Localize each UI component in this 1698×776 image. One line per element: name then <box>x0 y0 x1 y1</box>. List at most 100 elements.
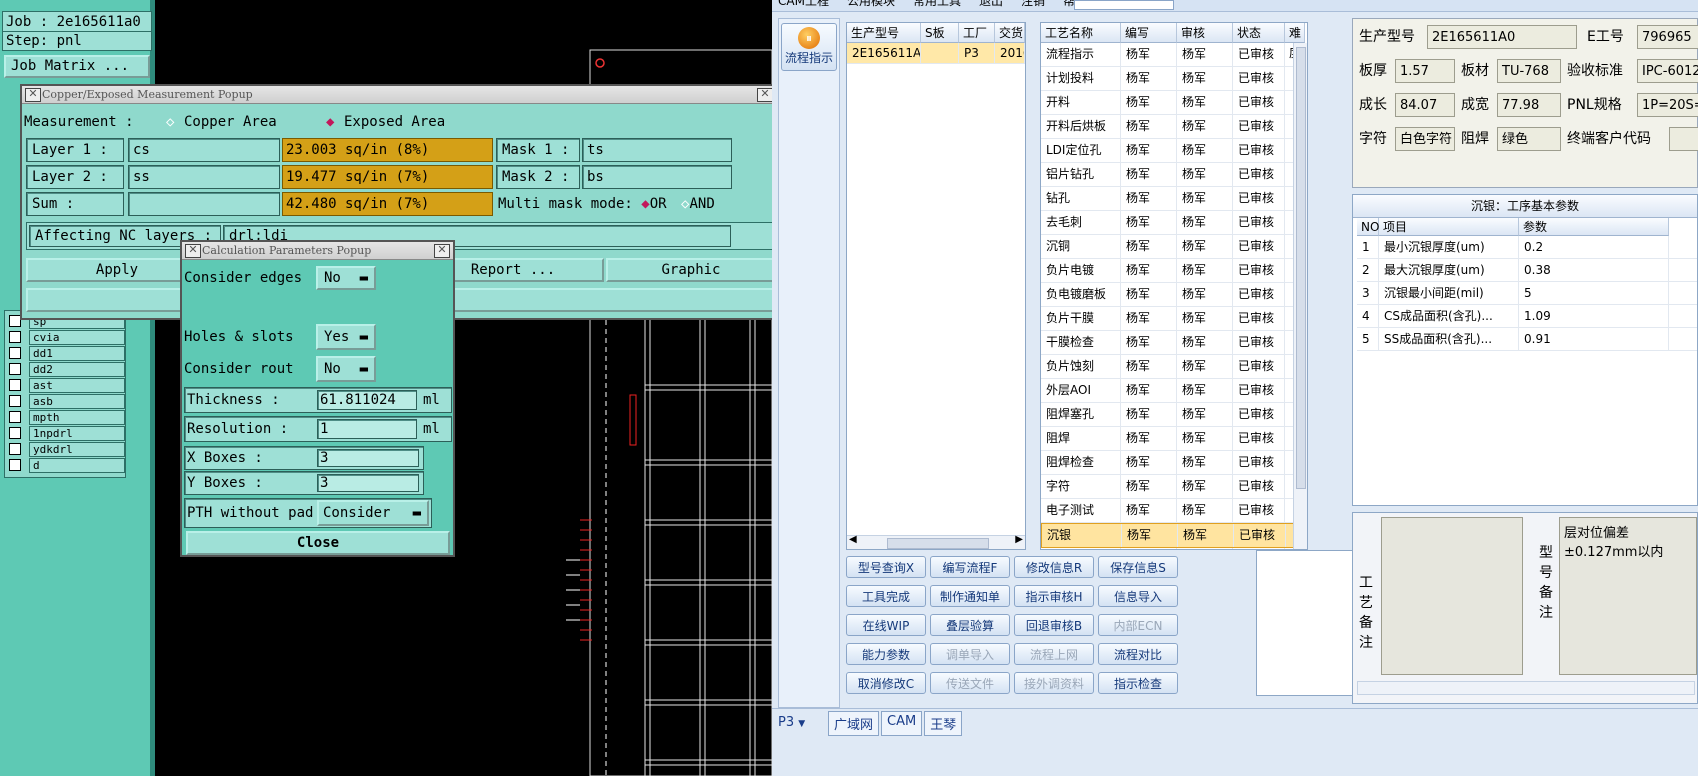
layer-row[interactable]: ydkdrl <box>5 441 125 457</box>
table-row[interactable]: 钻孔 杨军 杨军 已审核 <box>1041 187 1307 211</box>
table-row[interactable]: 2 最大沉银厚度(um) 0.38 <box>1357 259 1697 282</box>
action-button[interactable]: 信息导入 <box>1098 585 1178 607</box>
action-button[interactable]: 叠层验算 <box>930 614 1010 636</box>
column-header[interactable]: 交货 <box>995 23 1025 43</box>
width-field[interactable]: 77.98 <box>1497 93 1561 117</box>
action-button[interactable]: 接外调资料 <box>1014 672 1094 694</box>
graphic-button[interactable]: Graphic <box>606 258 772 282</box>
scroll-left-icon[interactable]: ◀ <box>849 534 857 545</box>
xboxes-input[interactable]: 3 <box>317 449 419 467</box>
table-row[interactable]: 流程指示 杨军 杨军 已审核 <box>1041 43 1307 67</box>
table-row[interactable]: 阻焊检查 杨军 杨军 已审核 <box>1041 451 1307 475</box>
notes-scrollbar[interactable] <box>1357 681 1695 695</box>
model-field[interactable]: 2E165611A0 <box>1427 25 1577 49</box>
table-row[interactable]: 阻焊塞孔 杨军 杨军 已审核 <box>1041 403 1307 427</box>
mask1-field[interactable]: ts <box>582 138 732 162</box>
job-matrix-button[interactable]: Job Matrix ... <box>4 55 150 78</box>
layer1-field[interactable]: cs <box>128 138 280 162</box>
scroll-thumb[interactable] <box>887 538 989 549</box>
material-field[interactable]: TU-768 <box>1497 59 1561 83</box>
toolbar-combo[interactable] <box>1074 0 1174 10</box>
table-row[interactable]: 负片蚀刻 杨军 杨军 已审核 <box>1041 355 1307 379</box>
mode-or-option[interactable]: OR <box>650 196 667 212</box>
column-header[interactable]: 难度 <box>1285 23 1305 60</box>
column-header[interactable]: 参数 <box>1519 218 1669 236</box>
craft-note-field[interactable] <box>1381 517 1523 675</box>
menu-item[interactable]: 公用模块 <box>847 0 895 7</box>
bottom-tab[interactable]: 广域网 <box>828 711 880 736</box>
table-row[interactable]: 3 沉银最小间距(mil) 5 <box>1357 282 1697 305</box>
action-button[interactable]: 保存信息S <box>1098 556 1178 578</box>
flow-guide-button[interactable]: ⏸ 流程指示 <box>781 23 837 71</box>
action-button[interactable]: 指示审核H <box>1014 585 1094 607</box>
menu-item[interactable]: CAM工程 <box>778 0 829 7</box>
process-scrollbar[interactable] <box>1293 43 1307 549</box>
layer-checkbox[interactable] <box>9 459 21 471</box>
action-button[interactable]: 编写流程F <box>930 556 1010 578</box>
site-combo[interactable]: P3 ▼ <box>778 715 828 733</box>
column-header[interactable]: 生产型号 <box>847 23 921 43</box>
mask2-field[interactable]: bs <box>582 165 732 189</box>
table-row[interactable]: 负片干膜 杨军 杨军 已审核 <box>1041 307 1307 331</box>
menu-item[interactable]: 常用工具 <box>913 0 961 7</box>
column-header[interactable]: S板 <box>921 23 959 43</box>
layer-checkbox[interactable] <box>9 411 21 423</box>
copper-area-option[interactable]: Copper Area <box>184 111 277 133</box>
layer-row[interactable]: asb <box>5 393 125 409</box>
layer-row[interactable]: 1npdrl <box>5 425 125 441</box>
action-button[interactable]: 回退审核B <box>1014 614 1094 636</box>
layer-checkbox[interactable] <box>9 443 21 455</box>
close-button[interactable]: Close <box>186 531 450 555</box>
radio-selected-icon[interactable]: ◆ <box>326 111 334 133</box>
table-row[interactable]: 计划投料 杨军 杨军 已审核 <box>1041 67 1307 91</box>
popup-titlebar[interactable]: ✕ Copper/Exposed Measurement Popup ✕ <box>22 86 772 104</box>
mode-and-option[interactable]: AND <box>689 196 714 212</box>
layer-checkbox[interactable] <box>9 395 21 407</box>
bottom-tab[interactable]: CAM <box>881 711 923 736</box>
customer-field[interactable] <box>1669 127 1698 151</box>
thickness-input[interactable]: 61.811024 <box>317 390 417 410</box>
thick-field[interactable]: 1.57 <box>1395 59 1455 83</box>
column-header[interactable]: 审核 <box>1177 23 1233 43</box>
orders-scrollbar[interactable]: ◀ ▶ <box>847 534 1025 549</box>
pnl-field[interactable]: 1P=20S=4U <box>1637 93 1698 117</box>
window-menu-icon[interactable]: ✕ <box>25 88 41 102</box>
radio-empty-icon[interactable]: ◇ <box>166 111 174 133</box>
consider-rout-dropdown[interactable]: No ▬ <box>316 356 376 382</box>
table-row[interactable]: 去毛刺 杨军 杨军 已审核 <box>1041 211 1307 235</box>
table-row[interactable]: 4 CS成品面积(含孔)... 1.09 <box>1357 305 1697 328</box>
close-icon[interactable]: ✕ <box>434 244 450 258</box>
action-button[interactable]: 指示检查 <box>1098 672 1178 694</box>
table-row[interactable]: 阻焊 杨军 杨军 已审核 <box>1041 427 1307 451</box>
action-button[interactable]: 调单导入 <box>930 643 1010 665</box>
calc-titlebar[interactable]: ✕ Calculation Parameters Popup ✕ <box>182 242 453 260</box>
length-field[interactable]: 84.07 <box>1395 93 1455 117</box>
column-header[interactable]: 编写 <box>1121 23 1177 43</box>
scroll-right-icon[interactable]: ▶ <box>1015 534 1023 545</box>
column-header[interactable]: NO <box>1357 218 1379 236</box>
menu-item[interactable]: 退出 <box>979 0 1003 7</box>
e-field[interactable]: 796965 <box>1637 25 1698 49</box>
scroll-thumb[interactable] <box>1296 47 1306 489</box>
layer2-field[interactable]: ss <box>128 165 280 189</box>
model-note-field[interactable]: 层对位偏差±0.127mm以内 <box>1559 517 1697 675</box>
action-button[interactable]: 内部ECN <box>1098 614 1178 636</box>
yboxes-input[interactable]: 3 <box>317 474 419 492</box>
action-button[interactable]: 流程对比 <box>1098 643 1178 665</box>
layer-checkbox[interactable] <box>9 347 21 359</box>
resolution-input[interactable]: 1 <box>317 419 417 439</box>
char-field[interactable]: 白色字符 <box>1395 127 1455 151</box>
standard-field[interactable]: IPC-6012 II <box>1637 59 1698 83</box>
consider-edges-dropdown[interactable]: No ▬ <box>316 266 376 290</box>
table-row[interactable]: 1 最小沉银厚度(um) 0.2 <box>1357 236 1697 259</box>
mask-field[interactable]: 绿色 <box>1497 127 1561 151</box>
table-row[interactable]: 铝片钻孔 杨军 杨军 已审核 <box>1041 163 1307 187</box>
layer-checkbox[interactable] <box>9 331 21 343</box>
bottom-tab[interactable]: 王琴 <box>924 711 963 736</box>
action-button[interactable]: 制作通知单 <box>930 585 1010 607</box>
table-row[interactable]: 负电镀磨板 杨军 杨军 已审核 <box>1041 283 1307 307</box>
pth-dropdown[interactable]: Consider ▬ <box>317 500 429 526</box>
action-button[interactable]: 工具完成 <box>846 585 926 607</box>
close-icon[interactable]: ✕ <box>757 88 772 102</box>
action-button[interactable]: 能力参数 <box>846 643 926 665</box>
